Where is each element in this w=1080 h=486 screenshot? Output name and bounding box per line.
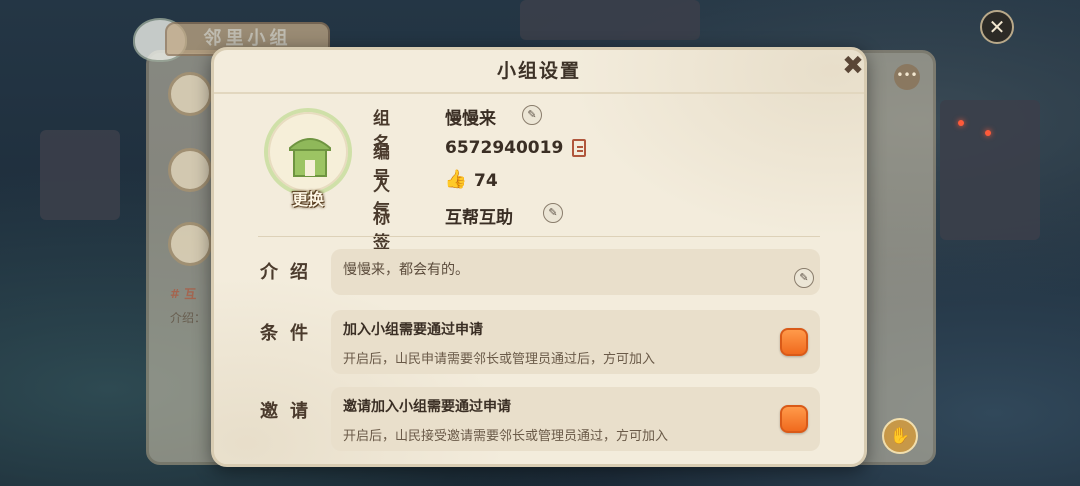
title-divider [214,92,864,94]
intro-text: 慢慢来，都会有的。 [343,262,469,278]
edit-tag-icon[interactable]: ✎ [543,203,563,223]
edit-name-icon[interactable]: ✎ [522,105,542,125]
section-divider [258,236,820,237]
tag-label: 标签 [373,208,404,253]
group-id: 6572940019 [445,138,564,158]
background-building [40,130,120,220]
lantern-light [958,120,964,126]
thumbs-up-icon: 👍 [444,169,468,190]
lantern-light [985,130,991,136]
invite-toggle[interactable] [780,405,808,433]
more-icon[interactable]: ••• [894,64,920,90]
invite-option: 邀请加入小组需要通过申请 开启后，山民接受邀请需要邻长或管理员通过，方可加入 [331,387,820,451]
intro-box[interactable]: 慢慢来，都会有的。 ✎ [331,249,820,295]
invite-desc: 开启后，山民接受邀请需要邻长或管理员通过，方可加入 [343,429,669,444]
group-tag: 互帮互助 [445,208,513,228]
condition-option: 加入小组需要通过申请 开启后，山民申请需要邻长或管理员通过后，方可加入 [331,310,820,374]
group-tag-partial: # 互 [170,287,197,301]
invite-title: 邀请加入小组需要通过申请 [343,399,511,415]
handshake-icon[interactable] [168,72,212,116]
dialog-title: 小组设置 [496,60,581,82]
popularity-value: 74 [474,171,498,191]
handshake-icon[interactable]: ✋ [882,418,918,454]
close-icon[interactable]: ✕ [980,10,1014,44]
group-intro-partial: 介绍： [170,311,207,325]
condition-desc: 开启后，山民申请需要邻长或管理员通过后，方可加入 [343,352,656,367]
condition-title: 加入小组需要通过申请 [343,322,483,338]
invite-label: 邀请 [260,401,320,422]
house-icon[interactable] [168,222,212,266]
guitar-icon[interactable] [168,148,212,192]
house-icon [289,138,331,177]
group-avatar[interactable] [264,108,352,196]
background-building [520,0,700,40]
condition-label: 条件 [260,323,320,344]
change-avatar-button[interactable]: 更换 [276,188,340,212]
intro-label: 介绍 [260,262,320,283]
edit-intro-icon[interactable]: ✎ [794,268,814,288]
group-name: 慢慢来 [445,109,496,129]
close-icon[interactable]: ✖ [840,53,866,80]
condition-toggle[interactable] [780,328,808,356]
background-building [940,100,1040,240]
copy-icon[interactable] [572,139,586,157]
